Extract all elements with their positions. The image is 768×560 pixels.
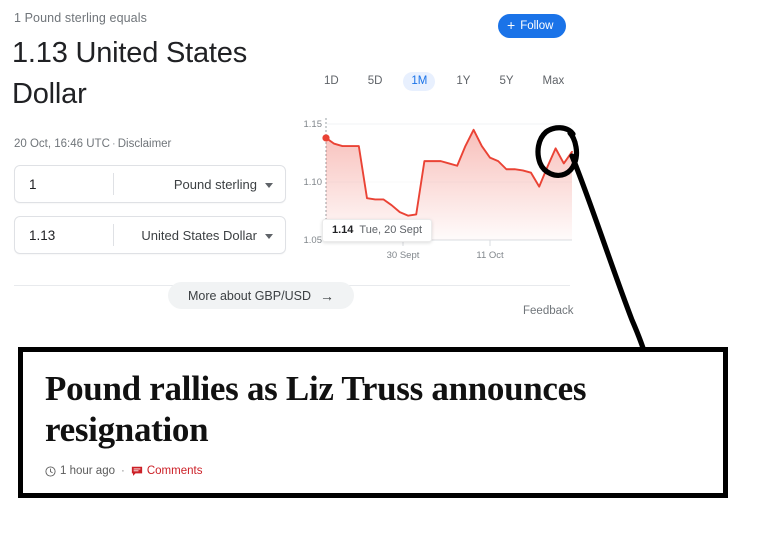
- news-meta-row: 1 hour ago · Comments: [45, 465, 701, 477]
- currency-field-from[interactable]: Pound sterling: [14, 165, 286, 203]
- amount-input-from[interactable]: [15, 175, 113, 193]
- comment-icon: [131, 466, 142, 476]
- news-meta-separator: ·: [121, 465, 125, 477]
- news-time-text: 1 hour ago: [60, 465, 115, 477]
- amount-input-to[interactable]: [15, 226, 113, 244]
- y-tick-label-115: 1.15: [304, 119, 323, 130]
- currency-field-to[interactable]: United States Dollar: [14, 216, 286, 254]
- news-headline[interactable]: Pound rallies as Liz Truss announces res…: [45, 368, 701, 450]
- currency-select-from-label: Pound sterling: [173, 176, 257, 192]
- range-tab-1m[interactable]: 1M: [403, 72, 436, 91]
- follow-button-label: Follow: [520, 20, 554, 32]
- plus-icon: +: [507, 17, 516, 33]
- currency-select-to[interactable]: United States Dollar: [114, 228, 285, 243]
- follow-button[interactable]: + Follow: [498, 14, 567, 38]
- exchange-rate-chart: 1D 5D 1M 1Y 5Y Max 1.15 1.10 1.05 30 Sep…: [300, 64, 590, 264]
- clock-icon: [45, 465, 56, 477]
- range-tab-1d[interactable]: 1D: [316, 72, 347, 91]
- timestamp-text: 20 Oct, 16:46 UTC: [14, 138, 110, 150]
- range-tab-max[interactable]: Max: [535, 72, 573, 91]
- range-tab-1y[interactable]: 1Y: [448, 72, 478, 91]
- news-article-card[interactable]: Pound rallies as Liz Truss announces res…: [18, 347, 728, 498]
- timestamp-separator: ·: [111, 138, 116, 150]
- range-tab-5d[interactable]: 5D: [360, 72, 391, 91]
- disclaimer-link[interactable]: Disclaimer: [118, 138, 172, 150]
- tooltip-value: 1.14: [332, 224, 354, 236]
- chevron-down-icon: [265, 182, 273, 188]
- arrow-right-icon: →: [319, 287, 334, 304]
- chart-tooltip: 1.14 Tue, 20 Sept: [322, 219, 433, 242]
- chart-range-tabs: 1D 5D 1M 1Y 5Y Max: [316, 72, 572, 91]
- converter-subtitle: 1 Pound sterling equals: [14, 11, 147, 25]
- chevron-down-icon: [265, 233, 273, 239]
- feedback-link[interactable]: Feedback: [523, 305, 574, 317]
- news-comments-link[interactable]: Comments: [147, 465, 203, 477]
- page-title: 1.13 United States Dollar: [12, 37, 247, 110]
- y-tick-label-105: 1.05: [304, 235, 323, 246]
- x-tick-label-30sept: 30 Sept: [387, 250, 420, 261]
- range-tab-5y[interactable]: 5Y: [491, 72, 521, 91]
- more-about-button[interactable]: More about GBP/USD →: [168, 282, 354, 309]
- y-tick-label-110: 1.10: [304, 177, 323, 188]
- timestamp-row: 20 Oct, 16:46 UTC · Disclaimer: [14, 138, 171, 150]
- tooltip-date: Tue, 20 Sept: [359, 224, 423, 236]
- currency-converter-panel: 1 Pound sterling equals 1.13 United Stat…: [0, 0, 768, 340]
- currency-select-from[interactable]: Pound sterling: [114, 177, 285, 192]
- currency-select-to-label: United States Dollar: [141, 227, 257, 243]
- x-tick-label-11oct: 11 Oct: [476, 250, 504, 261]
- more-about-button-label: More about GBP/USD: [188, 288, 311, 303]
- series-start-marker: [322, 134, 330, 142]
